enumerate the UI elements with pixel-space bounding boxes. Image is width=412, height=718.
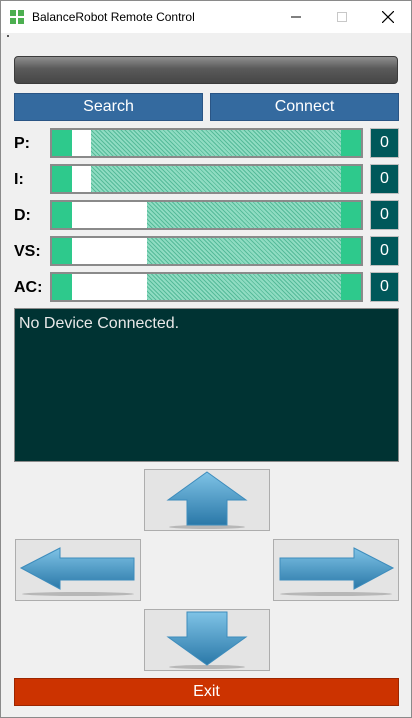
arrow-right-icon (279, 547, 395, 596)
console-output: No Device Connected. (14, 308, 399, 462)
slider-p[interactable] (50, 128, 363, 158)
exit-button[interactable]: Exit (14, 678, 399, 706)
up-button[interactable] (144, 469, 270, 531)
app-icon (10, 10, 24, 24)
slider-fill (147, 238, 341, 264)
slider-i[interactable] (50, 164, 363, 194)
minimize-icon (291, 16, 301, 18)
status-bar (14, 56, 398, 84)
slider-handle-right[interactable] (341, 274, 361, 300)
app-window: BalanceRobot Remote Control Search Conne… (0, 0, 412, 718)
right-button[interactable] (273, 539, 399, 601)
value-box-i: 0 (370, 164, 399, 194)
slider-vs[interactable] (50, 236, 363, 266)
arrow-up-icon (166, 471, 248, 529)
close-button[interactable] (365, 1, 411, 33)
search-button[interactable]: Search (14, 93, 203, 121)
value-box-ac: 0 (370, 272, 399, 302)
slider-handle-left[interactable] (52, 166, 72, 192)
menu-indicator (7, 35, 9, 37)
param-label-ac: AC: (14, 279, 43, 296)
value-box-vs: 0 (370, 236, 399, 266)
param-label-i: I: (14, 171, 24, 188)
slider-ac[interactable] (50, 272, 363, 302)
slider-fill (147, 274, 341, 300)
value-box-p: 0 (370, 128, 399, 158)
slider-fill (91, 166, 341, 192)
slider-handle-left[interactable] (52, 238, 72, 264)
slider-fill (91, 130, 341, 156)
slider-handle-left[interactable] (52, 202, 72, 228)
arrow-left-icon (19, 547, 135, 596)
value-box-d: 0 (370, 200, 399, 230)
arrow-down-icon (166, 611, 248, 669)
param-label-vs: VS: (14, 243, 41, 260)
maximize-button[interactable] (319, 1, 365, 33)
left-button[interactable] (15, 539, 141, 601)
window-title: BalanceRobot Remote Control (32, 10, 195, 24)
slider-handle-right[interactable] (341, 238, 361, 264)
down-button[interactable] (144, 609, 270, 671)
slider-handle-left[interactable] (52, 130, 72, 156)
maximize-icon (337, 12, 347, 22)
slider-fill (147, 202, 341, 228)
slider-d[interactable] (50, 200, 363, 230)
close-icon (382, 11, 394, 23)
param-label-p: P: (14, 135, 30, 152)
slider-handle-right[interactable] (341, 202, 361, 228)
param-label-d: D: (14, 207, 31, 224)
slider-handle-right[interactable] (341, 166, 361, 192)
connect-button[interactable]: Connect (210, 93, 399, 121)
title-bar: BalanceRobot Remote Control (1, 1, 411, 33)
minimize-button[interactable] (273, 1, 319, 33)
slider-handle-right[interactable] (341, 130, 361, 156)
slider-handle-left[interactable] (52, 274, 72, 300)
